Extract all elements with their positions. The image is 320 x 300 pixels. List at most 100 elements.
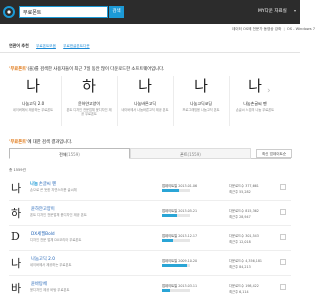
date-label: 업데이트일 <box>162 209 178 213</box>
card-desc: 프로그래밍용 나눔고딕 폰트 <box>182 108 220 112</box>
item-downloads: 다운로드수 301,543 <box>229 233 259 238</box>
chevron-right-icon[interactable]: › <box>267 86 277 102</box>
card-title[interactable]: 나눔고딕 2.0 <box>9 101 57 107</box>
top-bar: 무료폰트 검색 MY다운 자료실 ▾ <box>0 0 300 24</box>
ad-link-right[interactable]: OS - Windows 7 <box>287 27 315 31</box>
select-checkbox[interactable] <box>280 284 286 290</box>
downloads-value: 815,362 <box>245 209 259 213</box>
results-section-title: '무료폰트'에 대한 검색 결과입니다. <box>9 139 72 145</box>
popular-card[interactable]: 나 나눔고딕코딩 프로그래밍용 나눔고딕 폰트 <box>177 76 225 112</box>
date-value: 2013.03.11 <box>178 284 198 288</box>
item-date: 업데이트일 2009.10.20 <box>162 258 197 263</box>
font-preview: 하 <box>82 77 96 95</box>
list-item[interactable]: 나 나눔고딕 2.0 네이버에서 제공하는 무료폰트 업데이트일 2009.10… <box>9 251 291 276</box>
font-preview: 하 <box>11 207 22 220</box>
font-preview: 나 <box>11 182 22 195</box>
popularity-fill <box>162 189 180 192</box>
item-recent-downloads: 최근주 28,947 <box>229 215 251 219</box>
ad-separator: | <box>283 27 285 31</box>
related-keyword-2[interactable]: 무료한글폰트다운 <box>63 44 89 48</box>
site-logo-icon[interactable] <box>2 6 16 18</box>
item-recent-downloads: 최근주 12,018 <box>229 240 251 244</box>
downloads-value: 301,543 <box>245 234 259 238</box>
item-downloads: 다운로드수 198,422 <box>229 283 259 288</box>
card-desc: 네이버에서 제공하는 무료폰트 <box>12 108 54 112</box>
ad-link-left[interactable]: 데이터 OS에 전문가 동영상 강좌 <box>232 27 281 31</box>
downloads-label: 다운로드수 <box>229 284 245 288</box>
font-preview: 나 <box>138 77 152 95</box>
downloads-value: 198,422 <box>245 284 259 288</box>
popular-card[interactable]: 나 나눔고딕 2.0 네이버에서 제공하는 무료폰트 <box>9 76 57 112</box>
date-label: 업데이트일 <box>162 284 178 288</box>
divider <box>0 52 300 53</box>
item-recent-downloads: 최근주 55,282 <box>229 190 251 194</box>
item-desc: 네이버에서 제공하는 무료폰트 <box>30 263 72 267</box>
tab-font[interactable]: 폰트(1559) <box>130 148 251 159</box>
popularity-bar <box>162 289 190 292</box>
date-label: 업데이트일 <box>162 259 178 263</box>
popular-section-text: (을)를 검색한 사용자들이 최근 7일 동안 많이 다운로드한 소프트웨어입니… <box>27 67 165 72</box>
card-desc: 손글씨 느낌의 나눔 무료폰트 <box>235 108 275 112</box>
query-highlight: '무료폰트' <box>9 140 28 145</box>
select-checkbox[interactable] <box>280 209 286 215</box>
popular-card[interactable]: 하 윤하얀고양이 폰트 디자인 전문업체 윤디자인 제공 무료폰트 <box>65 76 113 116</box>
item-date: 업데이트일 2013.12.17 <box>162 233 197 238</box>
item-recent-downloads: 최근주 84,213 <box>229 265 251 269</box>
search-input[interactable]: 무료폰트 <box>19 6 108 18</box>
result-tabs: 전체(1559) 폰트(1559) <box>9 148 291 159</box>
date-label: 업데이트일 <box>162 184 178 188</box>
downloads-label: 다운로드수 <box>229 234 245 238</box>
card-title[interactable]: 나눔바른고딕 <box>121 101 169 107</box>
divider <box>117 76 118 126</box>
user-menu[interactable]: MY다운 자료실 <box>258 8 287 14</box>
search-button[interactable]: 검색 <box>109 6 124 18</box>
popularity-fill <box>162 214 178 217</box>
date-label: 업데이트일 <box>162 234 178 238</box>
card-title[interactable]: 나눔고딕코딩 <box>177 101 225 107</box>
ad-banner[interactable]: 데이터 OS에 전문가 동영상 강좌 | OS - Windows 7 <box>232 27 315 32</box>
select-checkbox[interactable] <box>280 259 286 265</box>
list-item[interactable]: D DX세필Bold 디자인 전문 업체 DX코리아 무료폰트 업데이트일 20… <box>9 226 291 251</box>
popularity-fill <box>162 239 174 242</box>
font-preview: 바 <box>11 282 22 295</box>
font-preview: 나 <box>194 77 208 95</box>
list-item[interactable]: 하 윤하얀고양이 폰트 디자인 전문업체 윤디자인 제공 폰트 업데이트일 20… <box>9 201 291 226</box>
tab-all[interactable]: 전체(1559) <box>9 148 130 159</box>
item-desc: 디자인 전문 업체 DX코리아 무료폰트 <box>30 238 82 242</box>
sort-select[interactable]: 최신 업데이트순 <box>256 149 292 158</box>
card-title[interactable]: 윤하얀고양이 <box>65 101 113 107</box>
downloads-value: 4,356,181 <box>245 259 263 263</box>
font-preview: 나 <box>11 257 22 270</box>
font-preview: D <box>11 230 20 243</box>
downloads-label: 다운로드수 <box>229 184 245 188</box>
popularity-fill <box>162 264 187 267</box>
popularity-bar <box>162 264 190 267</box>
item-desc: 손으로 쓴 듯한 자연스러운 글씨체 <box>30 188 77 192</box>
results-section-text: 에 대한 검색 결과입니다. <box>27 140 73 145</box>
item-downloads: 다운로드수 377,661 <box>229 183 259 188</box>
popularity-bar <box>162 189 190 192</box>
related-keyword-1[interactable]: 무료폰트모음 <box>36 44 56 48</box>
item-date: 업데이트일 2013.03.11 <box>162 283 197 288</box>
downloads-value: 377,661 <box>245 184 259 188</box>
chevron-down-icon[interactable]: ▾ <box>294 8 296 13</box>
tab-count: (1559) <box>66 152 80 157</box>
item-desc: 폰트 디자인 전문업체 윤디자인 제공 폰트 <box>30 213 87 217</box>
select-checkbox[interactable] <box>280 234 286 240</box>
divider <box>229 76 230 126</box>
item-desc: 윤디자인 제공 바탕 무료폰트 <box>30 288 70 292</box>
divider <box>61 76 62 126</box>
select-checkbox[interactable] <box>280 184 286 190</box>
tab-label: 폰트 <box>180 152 188 157</box>
item-date: 업데이트일 2013.01.06 <box>162 183 197 188</box>
font-preview: 나 <box>26 77 40 95</box>
list-item[interactable]: 나 나눔손글씨 펜 손으로 쓴 듯한 자연스러운 글씨체 업데이트일 2013.… <box>9 176 291 201</box>
query-highlight: '무료폰트' <box>9 67 28 72</box>
popular-software-cards: 나 나눔고딕 2.0 네이버에서 제공하는 무료폰트 하 윤하얀고양이 폰트 디… <box>9 76 300 134</box>
card-desc: 네이버에서 나눔바른고딕 제공 폰트 <box>121 108 169 112</box>
popular-card[interactable]: 나 나눔바른고딕 네이버에서 나눔바른고딕 제공 폰트 <box>121 76 169 112</box>
popular-section-title: '무료폰트'(을)를 검색한 사용자들이 최근 7일 동안 많이 다운로드한 소… <box>9 66 164 72</box>
date-value: 2009.10.20 <box>178 259 198 263</box>
list-item[interactable]: 바 윤바탕체 윤디자인 제공 바탕 무료폰트 업데이트일 2013.03.11 … <box>9 276 291 300</box>
date-value: 2013.05.21 <box>178 209 198 213</box>
